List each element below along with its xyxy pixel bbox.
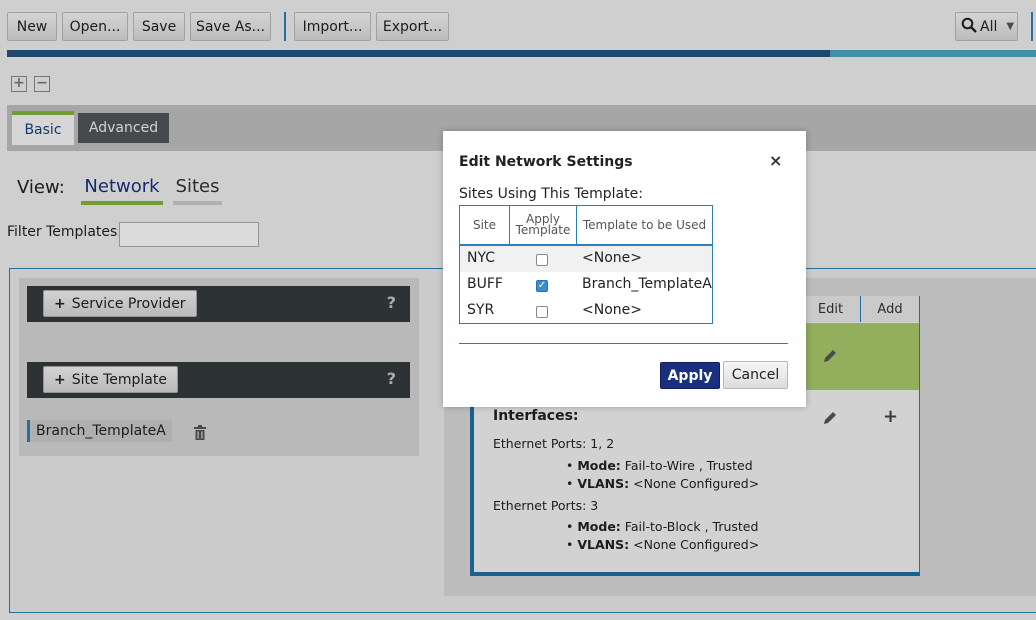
dialog-title: Edit Network Settings bbox=[459, 154, 633, 170]
table-row[interactable]: NYC <None> bbox=[460, 246, 712, 272]
dialog-divider bbox=[459, 343, 788, 344]
site-name: BUFF bbox=[467, 276, 503, 292]
apply-template-checkbox[interactable] bbox=[536, 254, 548, 266]
grid-header: Site Apply Template Template to be Used bbox=[460, 206, 712, 246]
close-icon[interactable]: × bbox=[769, 151, 782, 170]
apply-button[interactable]: Apply bbox=[660, 362, 720, 389]
apply-template-column-header: Apply Template bbox=[509, 206, 576, 244]
table-row[interactable]: SYR <None> bbox=[460, 298, 712, 324]
template-name: <None> bbox=[582, 302, 642, 318]
edit-network-settings-dialog: Edit Network Settings × Sites Using This… bbox=[443, 131, 806, 407]
site-name: NYC bbox=[467, 250, 496, 266]
site-column-header: Site bbox=[472, 217, 497, 232]
apply-template-checkbox[interactable]: ✓ bbox=[536, 280, 548, 292]
sites-using-template-label: Sites Using This Template: bbox=[459, 186, 643, 202]
table-row[interactable]: BUFF ✓ Branch_TemplateA bbox=[460, 272, 712, 298]
sites-grid: Site Apply Template Template to be Used … bbox=[459, 205, 713, 324]
apply-template-checkbox[interactable] bbox=[536, 306, 548, 318]
site-name: SYR bbox=[467, 302, 495, 318]
template-name: Branch_TemplateA bbox=[582, 276, 712, 292]
template-name: <None> bbox=[582, 250, 642, 266]
cancel-button[interactable]: Cancel bbox=[723, 361, 788, 389]
template-column-header: Template to be Used bbox=[576, 206, 712, 244]
